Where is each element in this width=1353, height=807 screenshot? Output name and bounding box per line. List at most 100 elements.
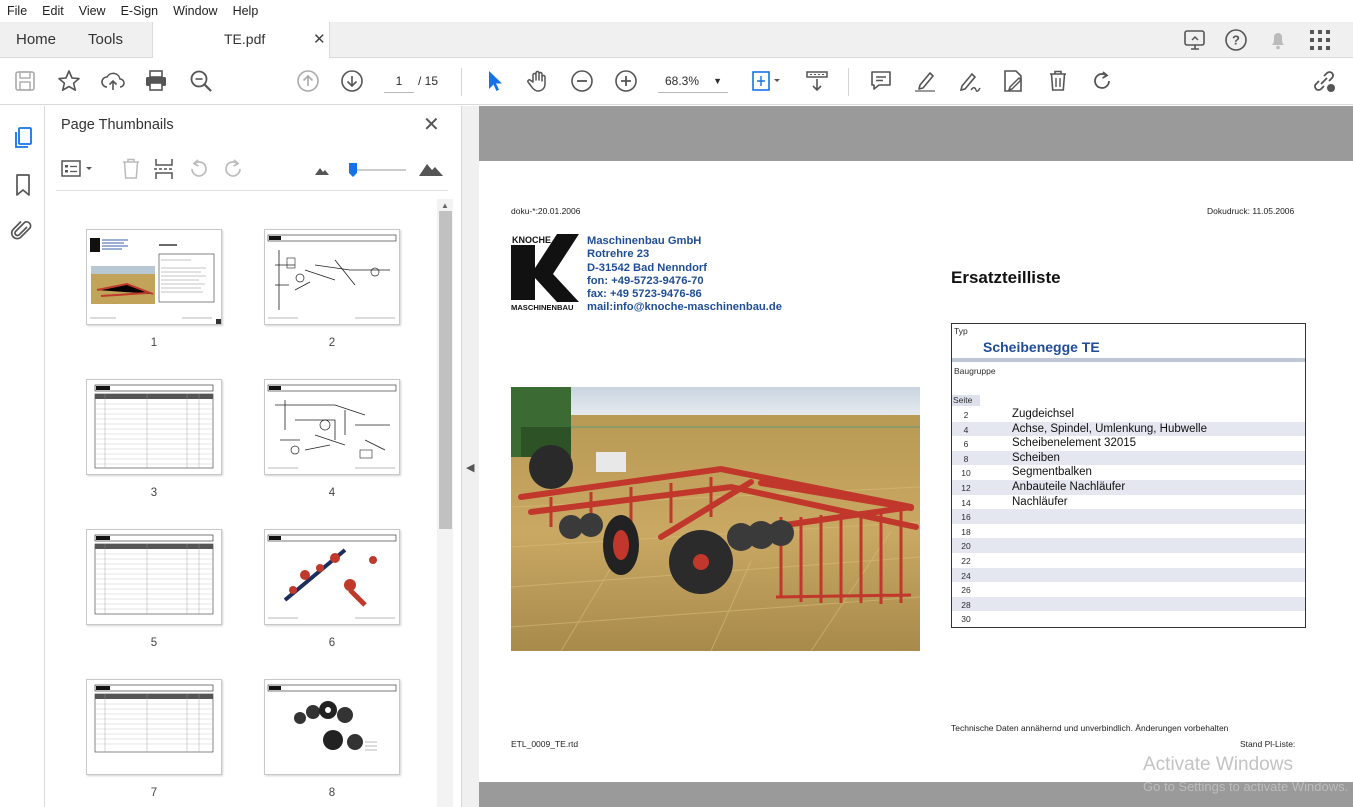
thumbnail-tools (46, 149, 461, 191)
collapse-arrow-icon: ◀ (466, 462, 475, 474)
zoom-search-icon[interactable] (188, 68, 214, 94)
typ-label: Typ (954, 326, 968, 336)
main-toolbar: 1 / 15 68.3% ▼ (0, 58, 1353, 105)
thumbnail-page-6[interactable] (264, 529, 400, 625)
fit-page-icon[interactable] (750, 68, 784, 94)
scrollbar-thumb[interactable] (439, 211, 452, 529)
apps-grid-icon[interactable] (1308, 28, 1332, 52)
rotate-clockwise-icon[interactable] (221, 156, 245, 182)
small-mountain-icon[interactable] (314, 163, 330, 177)
rotate-counterclockwise-icon[interactable] (187, 156, 211, 182)
previous-page-icon[interactable] (295, 68, 321, 94)
row-page-number: 14 (961, 497, 971, 508)
row-description: Segmentbalken (1012, 466, 1092, 479)
row-page-number: 4 (963, 424, 969, 435)
row-page-number: 2 (963, 410, 969, 420)
scroll-up-arrow-icon[interactable]: ▲ (441, 201, 449, 210)
document-viewer[interactable]: doku-*:20.01.2006 Dokudruck: 11.05.2006 … (479, 106, 1353, 807)
zoom-out-icon[interactable] (569, 68, 595, 94)
row-page-number: 12 (961, 483, 971, 493)
thumbnail-page-1[interactable] (86, 229, 222, 325)
upload-cloud-icon[interactable] (100, 68, 126, 94)
thumbnail-size-slider[interactable] (348, 162, 358, 178)
share-screen-icon[interactable] (1182, 28, 1208, 52)
bookmark-star-icon[interactable] (56, 68, 82, 94)
extract-page-icon[interactable] (152, 156, 176, 182)
page-heading: Ersatzteilliste (951, 268, 1061, 287)
row-page-number: 28 (961, 599, 971, 610)
menu-esign[interactable]: E-Sign (114, 4, 167, 18)
thumbnail-list: 1 2 3 4 5 6 7 8 (46, 192, 436, 807)
baugruppe-label: Baugruppe (954, 366, 996, 376)
help-icon[interactable]: ? (1224, 28, 1250, 52)
table-row: 30 (952, 611, 1305, 626)
thumbnail-options-icon[interactable] (60, 158, 96, 180)
menu-help[interactable]: Help (226, 4, 267, 18)
print-icon[interactable] (143, 68, 169, 94)
rotate-icon[interactable] (1089, 68, 1115, 94)
zoom-level-dropdown[interactable]: 68.3% ▼ (658, 69, 728, 93)
menu-edit[interactable]: Edit (35, 4, 72, 18)
collapse-panel-handle[interactable]: ◀ (461, 106, 479, 807)
thumbnail-page-4[interactable] (264, 379, 400, 475)
save-icon[interactable] (12, 68, 38, 94)
page-number-input[interactable]: 1 (384, 69, 414, 93)
delete-page-icon[interactable] (120, 156, 142, 182)
menu-view[interactable]: View (72, 4, 114, 18)
harrow-photo (511, 387, 920, 651)
thumbnail-page-7-preview (94, 684, 214, 753)
thumbnail-page-1-preview (90, 238, 221, 324)
thumbnail-page-3-preview (94, 384, 214, 469)
row-page-number: 20 (961, 541, 971, 552)
logo-bottom-text: MASCHINENBAU (511, 303, 574, 312)
tab-home[interactable]: Home (16, 22, 56, 57)
thumbnail-size-track[interactable] (351, 169, 406, 171)
row-page-number: 6 (963, 439, 969, 450)
chevron-down-icon: ▼ (713, 76, 722, 86)
menu-file[interactable]: File (0, 4, 35, 18)
hand-tool-icon[interactable] (525, 68, 551, 94)
thumbnail-scrollbar[interactable]: ▲ (437, 199, 453, 807)
company-street: Rotrehre 23 (587, 248, 650, 261)
bookmarks-icon[interactable] (12, 172, 34, 198)
row-page-number: 30 (961, 614, 971, 625)
menu-window[interactable]: Window (166, 4, 225, 18)
thumbnail-page-8[interactable] (264, 679, 400, 775)
left-navigation-rail (0, 106, 45, 807)
company-name: Maschinenbau GmbH (587, 235, 702, 247)
delete-trash-icon[interactable] (1045, 68, 1071, 94)
highlight-pen-icon[interactable] (912, 68, 938, 94)
close-tab-icon[interactable]: ✕ (313, 30, 326, 48)
scrolling-mode-icon[interactable] (804, 68, 830, 94)
panel-divider (56, 190, 448, 191)
row-description: Achse, Spindel, Umlenkung, Hubwelle (1012, 422, 1207, 435)
draw-sign-icon[interactable] (956, 68, 982, 94)
close-panel-icon[interactable]: ✕ (423, 112, 440, 137)
company-fax: fax: +49 5723-9476-86 (587, 288, 702, 301)
link-sign-icon[interactable] (1311, 68, 1337, 94)
notifications-bell-icon[interactable] (1266, 28, 1292, 52)
attachments-paperclip-icon[interactable] (10, 217, 34, 243)
thumbnail-page-2[interactable] (264, 229, 400, 325)
thumbnail-label: 3 (150, 487, 158, 499)
thumbnail-page-5[interactable] (86, 529, 222, 625)
next-page-icon[interactable] (339, 68, 365, 94)
thumbnail-page-7[interactable] (86, 679, 222, 775)
large-mountain-icon[interactable] (418, 158, 444, 178)
disclaimer: Technische Daten annähernd und unverbind… (951, 723, 1229, 733)
table-row: 12 Anbauteile Nachläufer (952, 480, 1305, 495)
logo-top-text: KNOCHE (512, 235, 551, 245)
thumbnail-page-3[interactable] (86, 379, 222, 475)
thumbnail-label: 5 (150, 637, 158, 649)
select-cursor-icon[interactable] (481, 68, 507, 94)
comment-icon[interactable] (868, 68, 894, 94)
zoom-in-icon[interactable] (613, 68, 639, 94)
page-thumbnails-icon[interactable] (11, 125, 35, 151)
doku-date: doku-*:20.01.2006 (511, 206, 581, 216)
svg-text:?: ? (1232, 33, 1240, 48)
table-row: 18 (952, 524, 1305, 539)
edit-pdf-icon[interactable] (1000, 68, 1026, 94)
table-row: 16 (952, 509, 1305, 524)
tab-tools[interactable]: Tools (88, 22, 123, 57)
tab-document[interactable]: TE.pdf ✕ (152, 22, 330, 58)
